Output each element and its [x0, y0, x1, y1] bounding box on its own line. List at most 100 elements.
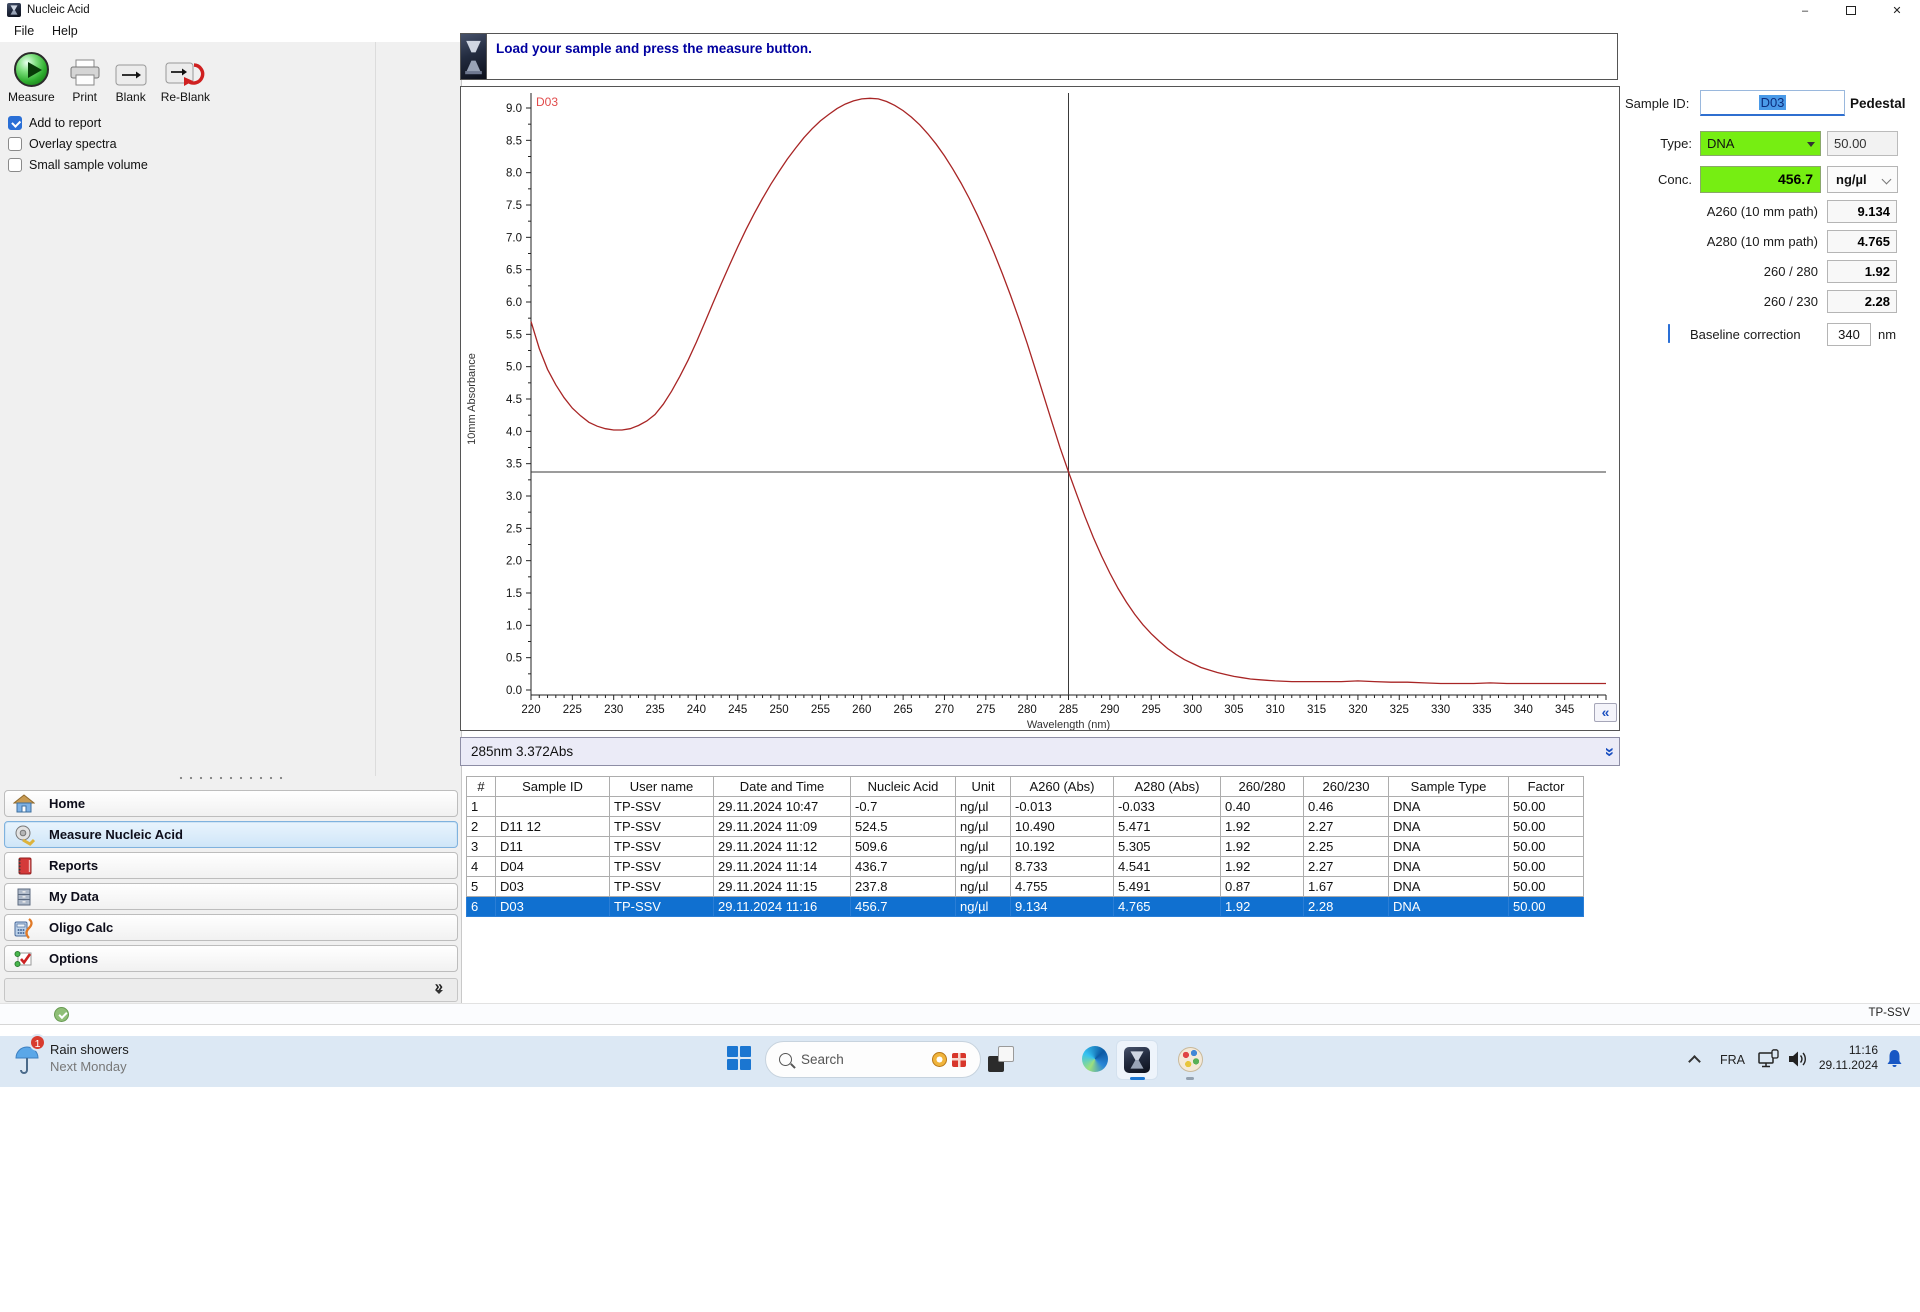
result-row[interactable]: 4 D04 TP-SSV 29.11.2024 11:14 436.7 ng/µl 8.73… — [466, 856, 1584, 877]
y-tick-label: 7.5 — [506, 200, 522, 212]
search-placeholder: Search — [801, 1052, 844, 1067]
notification-bell-icon[interactable] — [1886, 1049, 1903, 1069]
x-tick-label: 305 — [1224, 704, 1243, 716]
table-cell: 1 — [466, 796, 496, 817]
ratio-260-230-value: 2.28 — [1827, 290, 1897, 313]
table-cell: 0.40 — [1220, 796, 1304, 817]
column-header[interactable]: 260/280 — [1220, 776, 1304, 797]
ratio-260-230-label: 260 / 230 — [1763, 294, 1818, 309]
measure-button[interactable]: Measure — [8, 46, 55, 104]
table-cell: 4.755 — [1010, 876, 1114, 897]
table-cell: 29.11.2024 11:12 — [713, 836, 851, 857]
reblank-button[interactable]: Re-Blank — [161, 46, 210, 104]
sidebar-item-label: Reports — [49, 858, 99, 873]
nanodrop-app-icon[interactable] — [1124, 1047, 1150, 1073]
menu-help[interactable]: Help — [52, 21, 78, 42]
x-tick-label: 250 — [769, 704, 788, 716]
edge-browser-icon[interactable] — [1082, 1046, 1108, 1072]
tray-date: 29.11.2024 — [1818, 1058, 1878, 1072]
print-button[interactable]: Print — [69, 46, 101, 104]
minimize-icon: – — [1801, 4, 1809, 17]
result-row[interactable]: 2 D11 12 TP-SSV 29.11.2024 11:09 524.5 ng/µl 1… — [466, 816, 1584, 837]
table-cell: 1.67 — [1303, 876, 1389, 897]
sample-id-label: Sample ID: — [1625, 96, 1690, 111]
column-header[interactable]: User name — [609, 776, 714, 797]
checkbox-checked-icon — [8, 115, 22, 130]
close-button[interactable]: ✕ — [1874, 0, 1920, 21]
y-tick-label: 5.0 — [506, 362, 522, 374]
blank-button[interactable]: Blank — [115, 46, 147, 104]
column-header[interactable]: Sample Type — [1388, 776, 1509, 797]
active-app-indicator — [1130, 1077, 1145, 1080]
weather-badge: 1 — [29, 1034, 46, 1051]
spectra-plot[interactable]: 0.0 0.5 1.0 1.5 2.0 2.5 3.0 3.5 4.0 4.5 5.0 5.5 6.0 6… — [461, 87, 1619, 730]
clock[interactable]: 11:16 29.11.2024 — [1798, 1043, 1878, 1073]
sidebar-collapse-bar[interactable]: » — [4, 978, 458, 1011]
sample-id-value: D03 — [1758, 95, 1787, 110]
toolbar: Measure Print Blank Re-Blank — [8, 46, 210, 104]
status-message: Load your sample and press the measure b… — [496, 41, 812, 56]
minimize-button[interactable]: – — [1782, 0, 1828, 21]
checkbox-label: Small sample volume — [29, 157, 148, 172]
table-cell: ng/µl — [955, 876, 1011, 897]
table-cell: 2.27 — [1303, 856, 1389, 877]
result-row[interactable]: 5 D03 TP-SSV 29.11.2024 11:15 237.8 ng/µl 4.75… — [466, 876, 1584, 897]
menu-file[interactable]: File — [14, 21, 34, 42]
language-indicator[interactable]: FRA — [1720, 1053, 1745, 1067]
result-row[interactable]: 3 D11 TP-SSV 29.11.2024 11:12 509.6 ng/µl 10.1… — [466, 836, 1584, 857]
column-header[interactable]: Nucleic Acid — [850, 776, 956, 797]
checkbox-small-sample-volume[interactable]: Small sample volume — [8, 154, 148, 175]
sidebar-item-oligo-calc[interactable]: Oligo Calc — [4, 914, 458, 941]
a280-value: 4.765 — [1827, 230, 1897, 253]
task-view-button[interactable] — [988, 1046, 1014, 1072]
checkbox-overlay-spectra[interactable]: Overlay spectra — [8, 133, 148, 154]
running-app-indicator — [1186, 1077, 1194, 1080]
maximize-button[interactable] — [1828, 0, 1874, 21]
baseline-wavelength-input[interactable]: 340 — [1827, 323, 1871, 346]
paint-app-icon[interactable] — [1178, 1047, 1203, 1072]
table-cell: D03 — [495, 876, 610, 897]
table-cell: 4.765 — [1113, 896, 1221, 917]
result-row[interactable]: 6 D03 TP-SSV 29.11.2024 11:16 456.7 ng/µl 9.13… — [466, 896, 1584, 917]
expand-table-button[interactable]: » — [1595, 741, 1623, 763]
alarm-clock-icon — [932, 1052, 947, 1067]
type-select[interactable]: DNA — [1700, 131, 1821, 156]
unit-select[interactable]: ng/µl — [1827, 166, 1898, 193]
weather-subline: Next Monday — [50, 1059, 127, 1074]
sidebar-item-home[interactable]: Home — [4, 790, 458, 817]
table-cell: -0.7 — [850, 796, 956, 817]
checkbox-add-to-report[interactable]: Add to report — [8, 112, 148, 133]
baseline-correction-checkbox[interactable] — [1668, 324, 1670, 343]
y-tick-label: 0.0 — [506, 685, 522, 697]
column-header[interactable]: A260 (Abs) — [1010, 776, 1114, 797]
table-cell: 4.541 — [1113, 856, 1221, 877]
display-network-icon[interactable] — [1758, 1049, 1780, 1069]
column-header[interactable]: A280 (Abs) — [1113, 776, 1221, 797]
table-cell: DNA — [1388, 796, 1509, 817]
sidebar-item-reports[interactable]: Reports — [4, 852, 458, 879]
column-header[interactable]: Factor — [1508, 776, 1584, 797]
column-header[interactable]: 260/230 — [1303, 776, 1389, 797]
current-user: TP-SSV — [1868, 1007, 1910, 1019]
panel-splitter-handle[interactable] — [176, 775, 286, 781]
x-tick-label: 320 — [1348, 704, 1367, 716]
maximize-icon — [1846, 6, 1856, 15]
column-header[interactable]: Date and Time — [713, 776, 851, 797]
column-header[interactable]: Sample ID — [495, 776, 610, 797]
collapse-chart-button[interactable]: « — [1594, 703, 1617, 722]
table-cell: 50.00 — [1508, 836, 1584, 857]
factor-field[interactable]: 50.00 — [1827, 131, 1898, 156]
sidebar-item-measure-nucleic-acid[interactable]: Measure Nucleic Acid — [4, 821, 458, 848]
y-tick-label: 3.5 — [506, 459, 522, 471]
close-icon: ✕ — [1892, 5, 1902, 17]
sample-id-input[interactable]: D03 — [1700, 90, 1845, 116]
start-button[interactable] — [727, 1046, 751, 1070]
column-header[interactable]: # — [466, 776, 496, 797]
tray-chevron-up-icon[interactable] — [1688, 1055, 1701, 1068]
column-header[interactable]: Unit — [955, 776, 1011, 797]
sidebar-item-options[interactable]: Options — [4, 945, 458, 972]
sidebar-item-my-data[interactable]: My Data — [4, 883, 458, 910]
table-cell: 237.8 — [850, 876, 956, 897]
search-box[interactable]: Search — [765, 1041, 981, 1078]
result-row[interactable]: 1 TP-SSV 29.11.2024 10:47 -0.7 ng/µl -0.013 -0… — [466, 796, 1584, 817]
